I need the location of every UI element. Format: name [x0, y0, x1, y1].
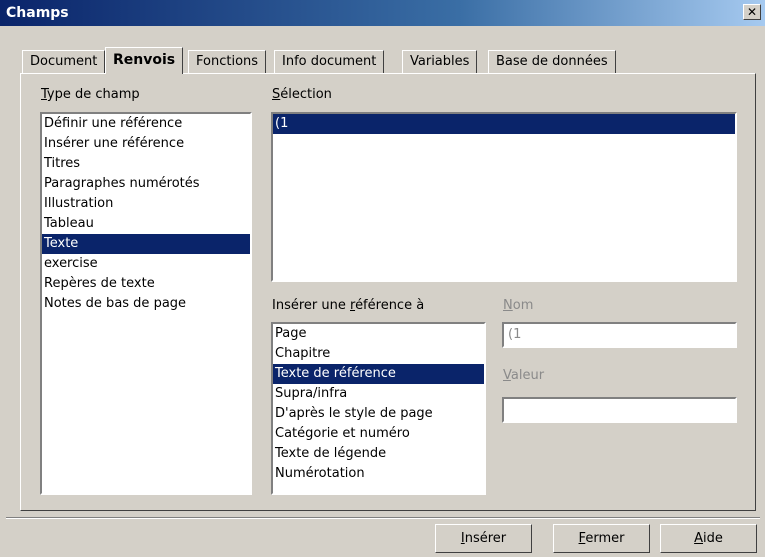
tab-info-document[interactable]: Info document	[274, 50, 385, 73]
type-de-champ-label: Type de champ	[41, 87, 140, 102]
type-de-champ-item[interactable]: Insérer une référence	[42, 134, 250, 154]
type-de-champ-item[interactable]: Tableau	[42, 214, 250, 234]
nom-label: Nom	[503, 298, 534, 313]
inserer-reference-item[interactable]: Numérotation	[273, 464, 484, 484]
button-separator	[6, 517, 760, 519]
type-de-champ-list[interactable]: Définir une référence Insérer une référen…	[40, 112, 252, 495]
tab-variables[interactable]: Variables	[402, 50, 478, 73]
type-de-champ-item[interactable]: Notes de bas de page	[42, 294, 250, 314]
tab-renvois[interactable]: Renvois	[105, 47, 184, 74]
nom-field[interactable]: (1	[502, 322, 737, 348]
inserer-reference-item[interactable]: Page	[273, 324, 484, 344]
fermer-button[interactable]: Fermer	[553, 524, 650, 553]
title-bar: Champs ✕	[0, 0, 765, 26]
type-de-champ-item[interactable]: Paragraphes numérotés	[42, 174, 250, 194]
type-de-champ-item[interactable]: Titres	[42, 154, 250, 174]
inserer-button[interactable]: Insérer	[435, 524, 532, 553]
type-de-champ-item[interactable]: exercise	[42, 254, 250, 274]
valeur-field[interactable]	[502, 397, 737, 423]
close-button[interactable]: ✕	[743, 4, 761, 20]
inserer-reference-item[interactable]: Supra/infra	[273, 384, 484, 404]
tab-base-de-donnees[interactable]: Base de données	[488, 50, 616, 73]
type-de-champ-item[interactable]: Illustration	[42, 194, 250, 214]
inserer-reference-item[interactable]: Texte de légende	[273, 444, 484, 464]
tab-document[interactable]: Document	[22, 50, 106, 73]
selection-item[interactable]: (1	[273, 114, 735, 134]
selection-list[interactable]: (1	[271, 112, 737, 282]
inserer-reference-item[interactable]: D'après le style de page	[273, 404, 484, 424]
window-title: Champs	[6, 5, 69, 21]
tab-fonctions[interactable]: Fonctions	[188, 50, 267, 73]
inserer-reference-list[interactable]: Page Chapitre Texte de référence Supra/infr…	[271, 322, 486, 495]
type-de-champ-item[interactable]: Repères de texte	[42, 274, 250, 294]
inserer-reference-item[interactable]: Chapitre	[273, 344, 484, 364]
inserer-reference-item[interactable]: Texte de référence	[273, 364, 484, 384]
type-de-champ-item[interactable]: Texte	[42, 234, 250, 254]
inserer-reference-item[interactable]: Catégorie et numéro	[273, 424, 484, 444]
valeur-label: Valeur	[503, 368, 545, 383]
selection-label: Sélection	[272, 87, 332, 102]
inserer-reference-label: Insérer une référence à	[272, 298, 425, 313]
type-de-champ-item[interactable]: Définir une référence	[42, 114, 250, 134]
aide-button[interactable]: Aide	[660, 524, 757, 553]
